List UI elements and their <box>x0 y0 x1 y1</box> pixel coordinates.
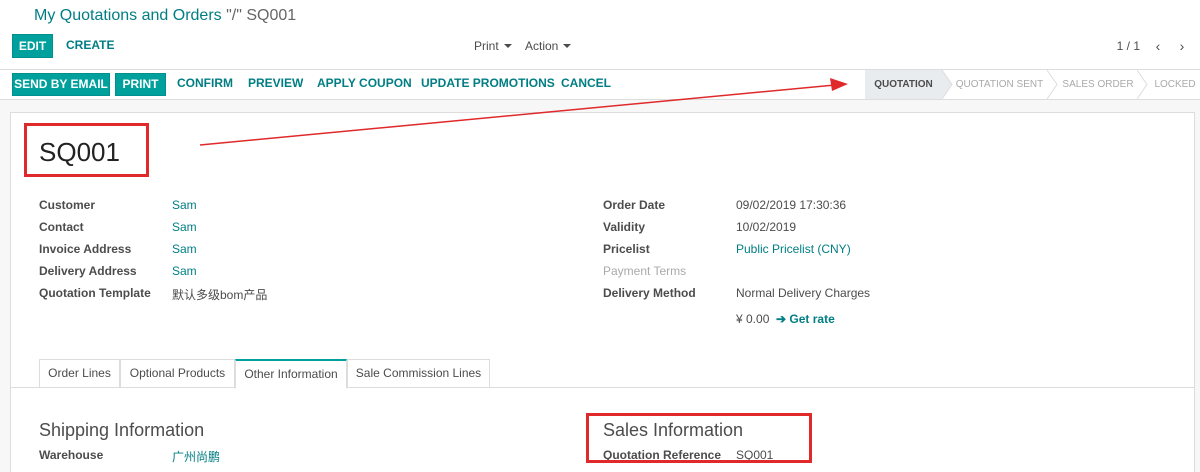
order-date-label: Order Date <box>603 198 666 212</box>
payment-terms-label: Payment Terms <box>603 264 687 278</box>
delivery-method-value[interactable]: Normal Delivery Charges <box>736 286 870 300</box>
validity-value[interactable]: 10/02/2019 <box>736 220 796 234</box>
confirm-button[interactable]: CONFIRM <box>177 73 233 96</box>
annotation-box-title <box>24 123 149 177</box>
pricelist-label: Pricelist <box>603 242 650 256</box>
tab-optional-products[interactable]: Optional Products <box>120 359 235 388</box>
print-dropdown-label: Print <box>474 39 499 53</box>
validity-label: Validity <box>603 220 646 234</box>
stage-separator-icon <box>1137 70 1148 99</box>
breadcrumb-separator: "/" <box>226 7 242 24</box>
customer-label: Customer <box>39 198 96 212</box>
control-panel: My Quotations and Orders "/" SQ001 EDIT … <box>0 0 1200 100</box>
breadcrumb-parent[interactable]: My Quotations and Orders <box>34 7 222 24</box>
caret-down-icon <box>503 43 512 48</box>
tab-sale-commission-lines[interactable]: Sale Commission Lines <box>347 359 490 388</box>
tab-order-lines[interactable]: Order Lines <box>39 359 120 388</box>
contact-value[interactable]: Sam <box>172 220 197 234</box>
tab-other-information[interactable]: Other Information <box>235 359 347 389</box>
delivery-address-value[interactable]: Sam <box>172 264 197 278</box>
edit-button[interactable]: EDIT <box>12 34 53 58</box>
quotation-template-value[interactable]: 默认多级bom产品 <box>172 286 267 303</box>
delivery-method-label: Delivery Method <box>603 286 696 300</box>
action-dropdown[interactable]: Action <box>525 35 572 57</box>
action-dropdown-label: Action <box>525 39 559 53</box>
cancel-button[interactable]: CANCEL <box>561 73 611 96</box>
create-button[interactable]: CREATE <box>66 34 114 58</box>
invoice-address-label: Invoice Address <box>39 242 132 256</box>
pager-value[interactable]: 1 / 1 <box>1117 35 1140 57</box>
pricelist-value[interactable]: Public Pricelist (CNY) <box>736 242 851 256</box>
stage-quotation-sent[interactable]: QUOTATION SENT <box>954 70 1045 99</box>
annotation-box-sales-information <box>586 413 812 463</box>
stage-pipeline: QUOTATION QUOTATION SENT SALES ORDER LOC… <box>865 70 1200 99</box>
chevron-right-icon[interactable]: › <box>1174 35 1190 57</box>
chevron-left-icon[interactable]: ‹ <box>1150 35 1166 57</box>
stage-sales-order[interactable]: SALES ORDER <box>1061 70 1135 99</box>
delivery-amount: ¥ 0.00 <box>736 312 770 326</box>
invoice-address-value[interactable]: Sam <box>172 242 197 256</box>
quotation-template-label: Quotation Template <box>39 286 151 300</box>
breadcrumb: My Quotations and Orders "/" SQ001 <box>34 7 296 25</box>
arrow-right-icon: ➔ <box>776 312 787 326</box>
customer-value[interactable]: Sam <box>172 198 197 212</box>
apply-coupon-button[interactable]: APPLY COUPON <box>317 73 412 96</box>
warehouse-label: Warehouse <box>39 448 104 462</box>
print-dropdown[interactable]: Print <box>474 35 512 57</box>
print-button[interactable]: PRINT <box>115 73 166 96</box>
stage-quotation[interactable]: QUOTATION <box>865 70 942 99</box>
stage-separator-icon <box>1047 70 1058 99</box>
delivery-address-label: Delivery Address <box>39 264 137 278</box>
shipping-information-title: Shipping Information <box>39 420 205 440</box>
contact-label: Contact <box>39 220 84 234</box>
update-promotions-button[interactable]: UPDATE PROMOTIONS <box>421 73 555 96</box>
send-by-email-button[interactable]: SEND BY EMAIL <box>12 73 110 96</box>
stage-locked[interactable]: LOCKED <box>1151 70 1199 99</box>
preview-button[interactable]: PREVIEW <box>248 73 303 96</box>
order-date-value[interactable]: 09/02/2019 17:30:36 <box>736 198 846 212</box>
get-rate-button[interactable]: ➔ Get rate <box>776 312 835 326</box>
warehouse-value[interactable]: 广州尚鹏 <box>172 448 220 465</box>
caret-down-icon <box>563 43 572 48</box>
breadcrumb-current: SQ001 <box>246 7 297 24</box>
get-rate-label: Get rate <box>789 312 835 326</box>
statusbar: SEND BY EMAIL PRINT CONFIRM PREVIEW APPL… <box>0 69 1200 100</box>
stage-separator-icon <box>942 70 953 99</box>
